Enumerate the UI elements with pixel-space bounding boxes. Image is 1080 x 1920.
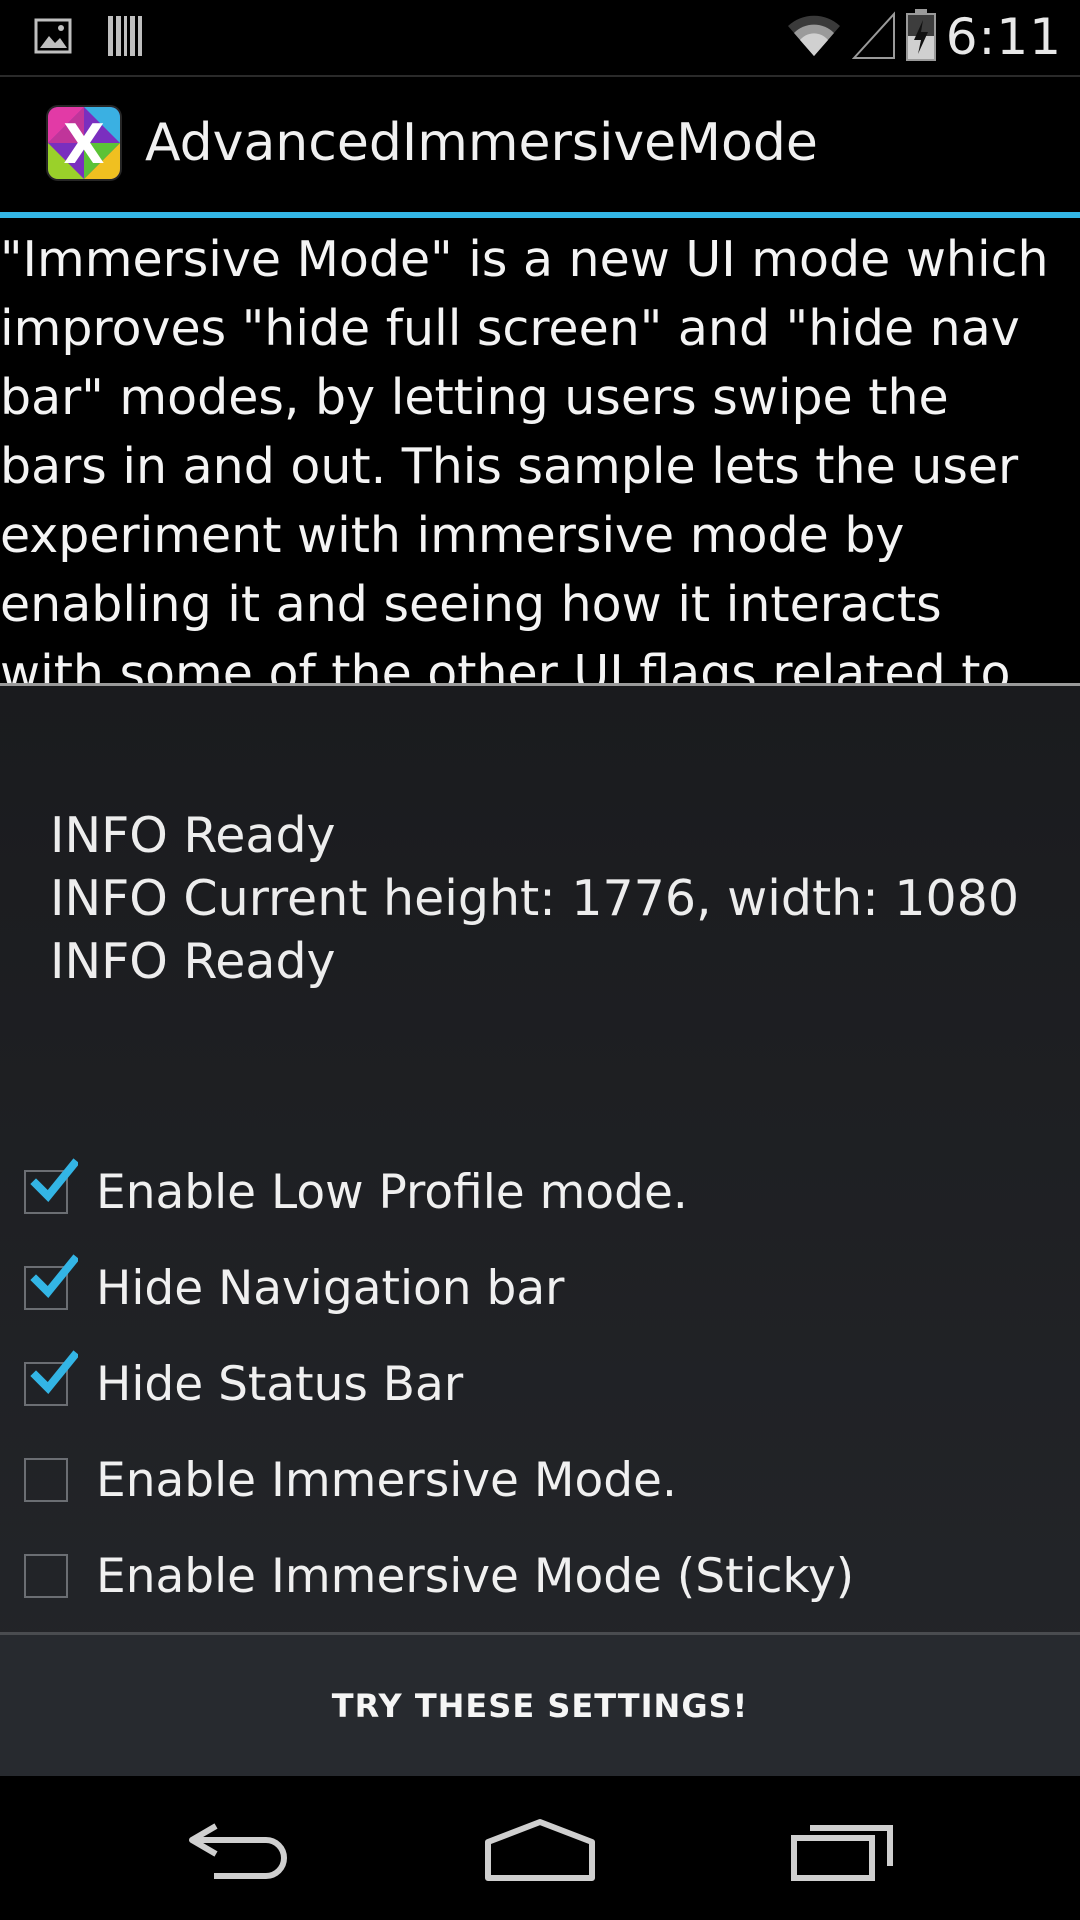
checkmark-icon xyxy=(30,1158,78,1202)
recents-icon[interactable] xyxy=(790,1818,896,1886)
svg-text:X: X xyxy=(63,113,105,176)
back-icon[interactable] xyxy=(186,1818,290,1886)
checkbox-box[interactable] xyxy=(24,1158,78,1214)
option-label: Hide Status Bar xyxy=(96,1356,464,1412)
checkbox-box[interactable] xyxy=(24,1458,68,1502)
navigation-bar xyxy=(0,1776,1080,1920)
option-label: Enable Low Profile mode. xyxy=(96,1164,688,1220)
option-label: Enable Immersive Mode. xyxy=(96,1452,677,1508)
description-text: "Immersive Mode" is a new UI mode which … xyxy=(0,231,1049,683)
clock: 6:11 xyxy=(945,8,1062,66)
option-label: Enable Immersive Mode (Sticky) xyxy=(96,1548,855,1604)
option-label: Hide Navigation bar xyxy=(96,1260,565,1316)
description-scroll[interactable]: "Immersive Mode" is a new UI mode which … xyxy=(0,218,1080,683)
checkmark-icon xyxy=(30,1350,78,1394)
log-view: INFO Ready INFO Current height: 1776, wi… xyxy=(50,804,1019,993)
app-x-icon[interactable]: X xyxy=(48,107,120,179)
checkbox-hide-navigation[interactable]: Hide Navigation bar xyxy=(24,1248,565,1328)
checkbox-hide-status-bar[interactable]: Hide Status Bar xyxy=(24,1344,463,1424)
barcode-icon xyxy=(106,14,144,62)
battery-icon xyxy=(905,8,936,66)
status-bar: 6:11 xyxy=(0,0,1080,75)
wifi-icon xyxy=(786,10,842,64)
main-panel: INFO Ready INFO Current height: 1776, wi… xyxy=(0,686,1080,1776)
log-line: INFO Ready xyxy=(50,807,336,864)
checkbox-box[interactable] xyxy=(24,1254,78,1310)
log-line: INFO Ready xyxy=(50,933,336,990)
image-icon xyxy=(34,18,72,58)
checkmark-icon xyxy=(30,1254,78,1298)
status-notifications xyxy=(34,14,144,62)
status-system: 6:11 xyxy=(786,8,1062,66)
checkbox-box[interactable] xyxy=(24,1350,78,1406)
checkbox-immersive-sticky[interactable]: Enable Immersive Mode (Sticky) xyxy=(24,1536,854,1616)
try-settings-button[interactable]: TRY THESE SETTINGS! xyxy=(0,1635,1080,1776)
action-bar: X AdvancedImmersiveMode xyxy=(0,77,1080,213)
app-title: AdvancedImmersiveMode xyxy=(145,113,818,173)
checkbox-box[interactable] xyxy=(24,1554,68,1598)
checkbox-low-profile[interactable]: Enable Low Profile mode. xyxy=(24,1152,688,1232)
checkbox-immersive[interactable]: Enable Immersive Mode. xyxy=(24,1440,677,1520)
signal-icon xyxy=(851,10,896,64)
home-icon[interactable] xyxy=(484,1818,596,1886)
log-line: INFO Current height: 1776, width: 1080 xyxy=(50,870,1020,927)
